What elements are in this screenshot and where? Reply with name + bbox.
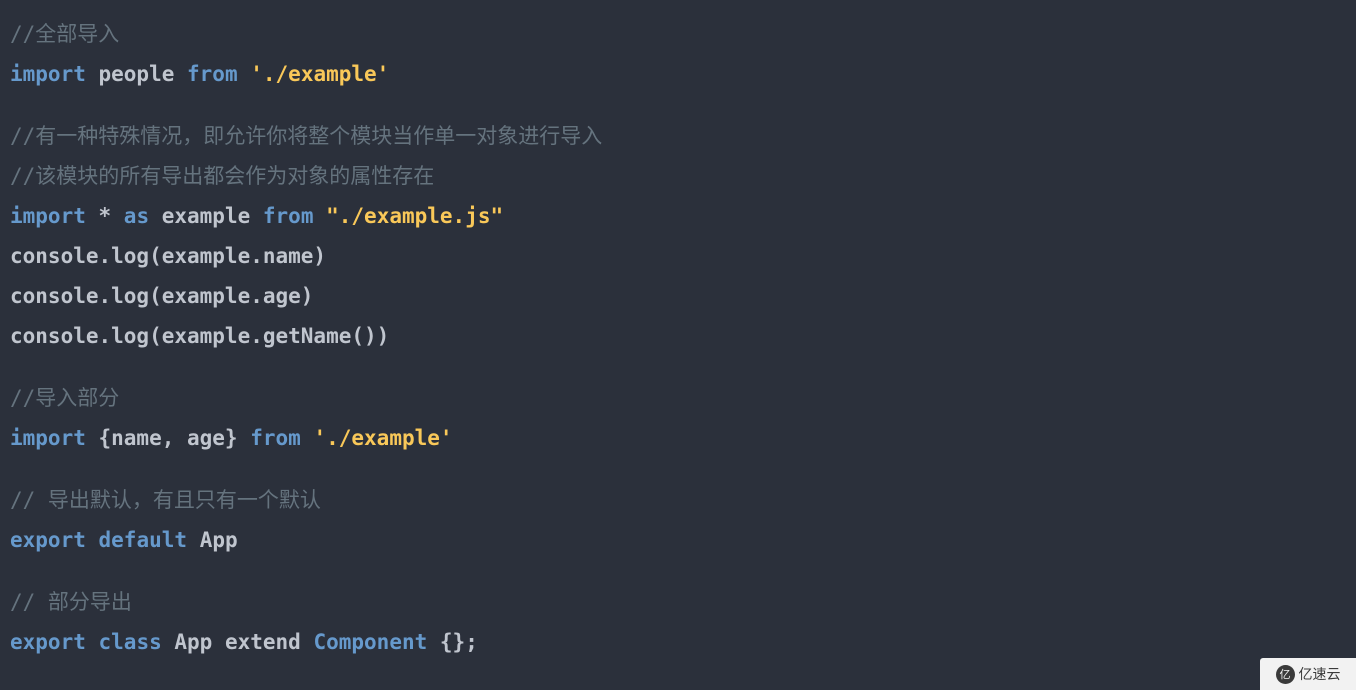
code-token-plain: {}; — [427, 630, 478, 654]
code-token-plain: people — [85, 62, 188, 86]
code-token-keyword: default — [98, 528, 188, 552]
code-token-plain: console.log(example.name) — [10, 244, 327, 268]
code-line: console.log(example.name) — [10, 236, 1356, 276]
code-line: console.log(example.age) — [10, 276, 1356, 316]
code-line: //全部导入 — [10, 14, 1356, 54]
code-token-keyword: export — [10, 630, 86, 654]
code-line: // 导出默认，有且只有一个默认 — [10, 480, 1356, 520]
code-token-keyword: Component — [313, 630, 428, 654]
code-token-keyword: from — [262, 204, 314, 228]
code-token-keyword: class — [98, 630, 162, 654]
code-line: // 部分导出 — [10, 582, 1356, 622]
code-token-comment: //有一种特殊情况，即允许你将整个模块当作单一对象进行导入 — [10, 124, 603, 148]
code-token-keyword: from — [250, 426, 301, 450]
code-line: //该模块的所有导出都会作为对象的属性存在 — [10, 156, 1356, 196]
code-token-plain: extend — [224, 630, 301, 654]
code-token-comment: // 导出默认，有且只有一个默认 — [10, 488, 321, 512]
code-token-plain: * — [85, 204, 124, 228]
code-block: //全部导入 import people from './example' //有… — [0, 0, 1356, 690]
code-token-plain: console.log(example.age) — [10, 284, 314, 308]
code-token-string: './example' — [313, 426, 453, 450]
code-token-string: './example' — [250, 62, 390, 86]
code-line: export default App — [10, 520, 1356, 560]
code-token-string: "./example.js" — [326, 204, 504, 228]
code-token-keyword: from — [187, 62, 238, 86]
code-token-keyword: as — [123, 204, 150, 228]
code-line: export class App extend Component {}; — [10, 622, 1356, 662]
code-token-comment: //导入部分 — [10, 386, 120, 410]
code-token-keyword: export — [10, 528, 86, 552]
code-token-plain: App — [161, 630, 225, 654]
code-line: import people from './example' — [10, 54, 1356, 94]
code-line: //有一种特殊情况，即允许你将整个模块当作单一对象进行导入 — [10, 116, 1356, 156]
watermark-label: 亿速云 — [1298, 667, 1341, 683]
code-token-comment: //全部导入 — [10, 22, 120, 46]
code-token-plain: App — [199, 528, 238, 552]
code-line: import * as example from "./example.js" — [10, 196, 1356, 236]
code-line: //导入部分 — [10, 378, 1356, 418]
code-line: import {name, age} from './example' — [10, 418, 1356, 458]
code-token-plain: {name, age} — [85, 426, 251, 450]
watermark: 亿 亿速云 — [1260, 658, 1356, 690]
code-token-comment: // 部分导出 — [10, 590, 132, 614]
code-token-plain: example — [149, 204, 263, 228]
code-token-keyword: import — [10, 62, 86, 86]
code-token-comment: //该模块的所有导出都会作为对象的属性存在 — [10, 164, 435, 188]
code-token-keyword: import — [10, 204, 86, 228]
code-token-plain: console.log(example.getName()) — [10, 324, 390, 348]
watermark-logo-icon: 亿 — [1275, 664, 1295, 684]
code-lines-container: //全部导入 import people from './example' //有… — [10, 14, 1356, 662]
code-token-keyword: import — [10, 426, 86, 450]
code-line: console.log(example.getName()) — [10, 316, 1356, 356]
